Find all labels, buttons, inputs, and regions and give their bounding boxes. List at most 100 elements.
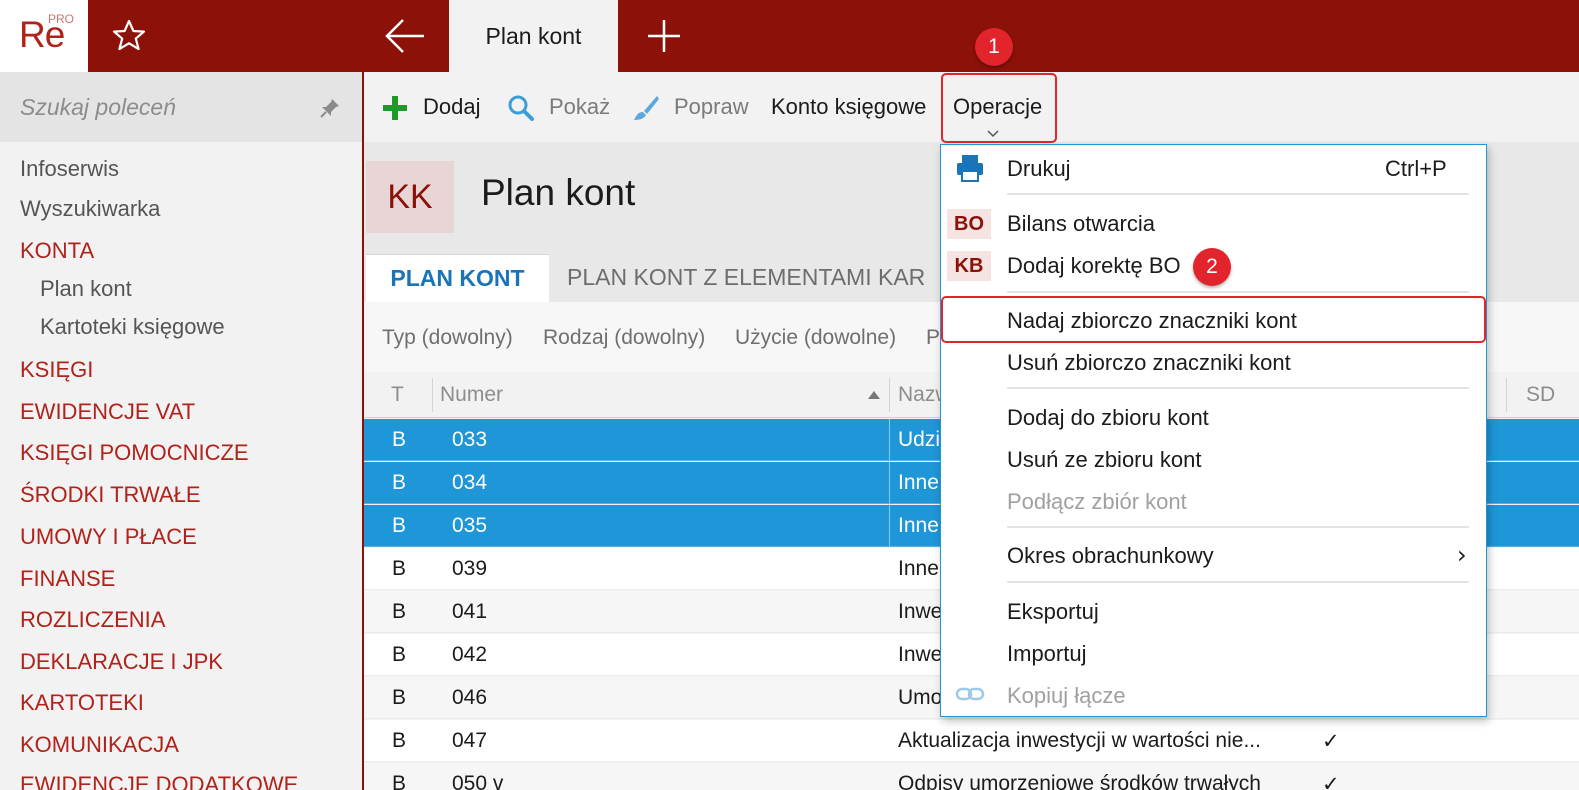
cell-type: B <box>392 686 407 709</box>
app-logo[interactable]: Re PRO <box>0 0 88 72</box>
sidebar-section-konta[interactable]: KONTA <box>20 238 94 264</box>
add-plus-icon[interactable] <box>382 95 408 121</box>
column-header-numer[interactable]: Numer <box>440 383 503 407</box>
row-separator <box>889 462 890 504</box>
account-button[interactable]: Konto księgowe <box>771 94 926 120</box>
menu-item-export[interactable]: Eksportuj <box>1007 599 1099 625</box>
show-button[interactable]: Pokaż <box>549 94 610 120</box>
table-row[interactable]: B 050 v Odpisy umorzeniowe środków trwał… <box>364 763 1579 790</box>
cell-type: B <box>392 557 407 580</box>
favorites-star-icon[interactable] <box>111 18 147 54</box>
cell-mark: ✓ <box>1322 730 1340 753</box>
cell-number: 033 <box>452 428 488 451</box>
add-button[interactable]: Dodaj <box>423 94 480 120</box>
filter-kind[interactable]: Rodzaj (dowolny) <box>543 326 705 350</box>
menu-divider <box>1007 581 1469 583</box>
pin-icon[interactable] <box>318 96 342 120</box>
cell-number: 050 v <box>452 772 504 790</box>
print-shortcut: Ctrl+P <box>1385 156 1447 181</box>
menu-item-opening-balance[interactable]: Bilans otwarcia <box>1007 211 1155 237</box>
cell-number: 039 <box>452 557 488 580</box>
menu-item-import[interactable]: Importuj <box>1007 641 1086 667</box>
cell-number: 046 <box>452 686 488 709</box>
cell-type: B <box>392 600 407 623</box>
cell-number: 042 <box>452 643 488 666</box>
sidebar-item-wyszukiwarka[interactable]: Wyszukiwarka <box>20 196 160 222</box>
cell-type: B <box>392 514 407 537</box>
sidebar-item-kartoteki-ksiegowe[interactable]: Kartoteki księgowe <box>40 314 225 340</box>
bo-badge-icon: BO <box>947 209 991 239</box>
cell-mark: ✓ <box>1322 773 1340 790</box>
cell-name: Odpisy umorzeniowe środków trwałych <box>898 772 1261 790</box>
printer-icon <box>957 155 983 182</box>
sidebar-section-kartoteki[interactable]: KARTOTEKI <box>20 690 144 716</box>
new-tab-plus-icon[interactable] <box>644 16 684 56</box>
menu-item-remove-from-account-set[interactable]: Usuń ze zbioru kont <box>1007 447 1201 473</box>
column-separator[interactable] <box>432 378 433 412</box>
sidebar-section-deklaracje-i-jpk[interactable]: DEKLARACJE I JPK <box>20 649 223 675</box>
page-title: Plan kont <box>481 172 636 213</box>
filter-type[interactable]: Typ (dowolny) <box>382 326 513 350</box>
top-bar: Re PRO Plan kont <box>0 0 1579 72</box>
command-search <box>0 72 362 142</box>
column-separator[interactable] <box>1506 378 1507 412</box>
sidebar-section-komunikacja[interactable]: KOMUNIKACJA <box>20 732 179 758</box>
table-row[interactable]: B 047 Aktualizacja inwestycji w wartości… <box>364 720 1579 762</box>
cell-type: B <box>392 729 407 752</box>
cell-number: 041 <box>452 600 488 623</box>
row-separator <box>889 419 890 461</box>
sidebar-section-ewidencje-vat[interactable]: EWIDENCJE VAT <box>20 399 195 425</box>
sort-ascending-icon <box>868 391 880 399</box>
sidebar-section-ewidencje-dodatkowe[interactable]: EWIDENCJE DODATKOWE <box>20 772 298 790</box>
column-header-sd[interactable]: SD <box>1526 383 1555 407</box>
sidebar-section-rozliczenia[interactable]: ROZLICZENIA <box>20 607 165 633</box>
chevron-right-icon: › <box>1457 541 1467 569</box>
filter-usage[interactable]: Użycie (dowolne) <box>735 326 896 350</box>
tab-plan-kont-z-elementami[interactable]: PLAN KONT Z ELEMENTAMI KAR <box>567 264 925 291</box>
cell-number: 034 <box>452 471 488 494</box>
menu-item-add-bo-correction[interactable]: Dodaj korektę BO <box>1007 253 1181 279</box>
highlight-operations-button <box>941 73 1057 143</box>
menu-item-attach-account-set[interactable]: Podłącz zbiór kont <box>1007 489 1187 515</box>
cell-type: B <box>392 471 407 494</box>
operations-menu: Drukuj Ctrl+P BO Bilans otwarcia KB Doda… <box>940 144 1487 717</box>
tab-plan-kont-view[interactable]: PLAN KONT <box>366 254 549 302</box>
logo-badge: PRO <box>48 12 75 26</box>
menu-divider <box>1007 291 1469 293</box>
sidebar-section-srodki-trwale[interactable]: ŚRODKI TRWAŁE <box>20 482 201 508</box>
cell-type: B <box>392 772 407 790</box>
link-icon <box>955 687 985 701</box>
sidebar-section-finanse[interactable]: FINANSE <box>20 566 115 592</box>
search-icon[interactable] <box>507 94 535 122</box>
sidebar-item-infoserwis[interactable]: Infoserwis <box>20 156 119 182</box>
menu-item-accounting-period[interactable]: Okres obrachunkowy <box>1007 543 1214 569</box>
menu-item-add-to-account-set[interactable]: Dodaj do zbioru kont <box>1007 405 1209 431</box>
sidebar: Infoserwis Wyszukiwarka KONTA Plan kont … <box>0 72 364 790</box>
back-arrow-icon[interactable] <box>383 16 427 56</box>
menu-item-remove-account-tags[interactable]: Usuń zbiorczo znaczniki kont <box>1007 350 1291 376</box>
column-header-t[interactable]: T <box>391 383 404 407</box>
menu-item-copy-link[interactable]: Kopiuj łącze <box>1007 683 1126 709</box>
column-separator[interactable] <box>889 378 890 412</box>
sidebar-section-ksiegi[interactable]: KSIĘGI <box>20 357 93 383</box>
brush-icon[interactable] <box>632 94 660 122</box>
sidebar-section-umowy-i-place[interactable]: UMOWY I PŁACE <box>20 524 197 550</box>
tab-plan-kont[interactable]: Plan kont <box>449 0 618 72</box>
app-window: Re PRO Plan kont Infoserwis Wyszukiwarka… <box>0 0 1579 790</box>
cell-name: Aktualizacja inwestycji w wartości nie..… <box>898 729 1261 752</box>
callout-step-2: 2 <box>1193 248 1231 286</box>
module-badge: KK <box>366 161 454 233</box>
filter-more[interactable]: P <box>926 326 940 350</box>
callout-step-1: 1 <box>975 28 1013 66</box>
command-search-input[interactable] <box>20 90 310 124</box>
highlight-assign-tags-item <box>941 296 1486 343</box>
menu-divider <box>1007 387 1469 389</box>
cell-type: B <box>392 428 407 451</box>
sidebar-section-ksiegi-pomocnicze[interactable]: KSIĘGI POMOCNICZE <box>20 440 249 466</box>
menu-item-print[interactable]: Drukuj <box>1007 156 1071 182</box>
kb-badge-icon: KB <box>947 251 991 281</box>
edit-button[interactable]: Popraw <box>674 94 749 120</box>
row-separator <box>889 505 890 547</box>
menu-divider <box>1007 526 1469 528</box>
sidebar-item-plan-kont[interactable]: Plan kont <box>40 276 132 302</box>
